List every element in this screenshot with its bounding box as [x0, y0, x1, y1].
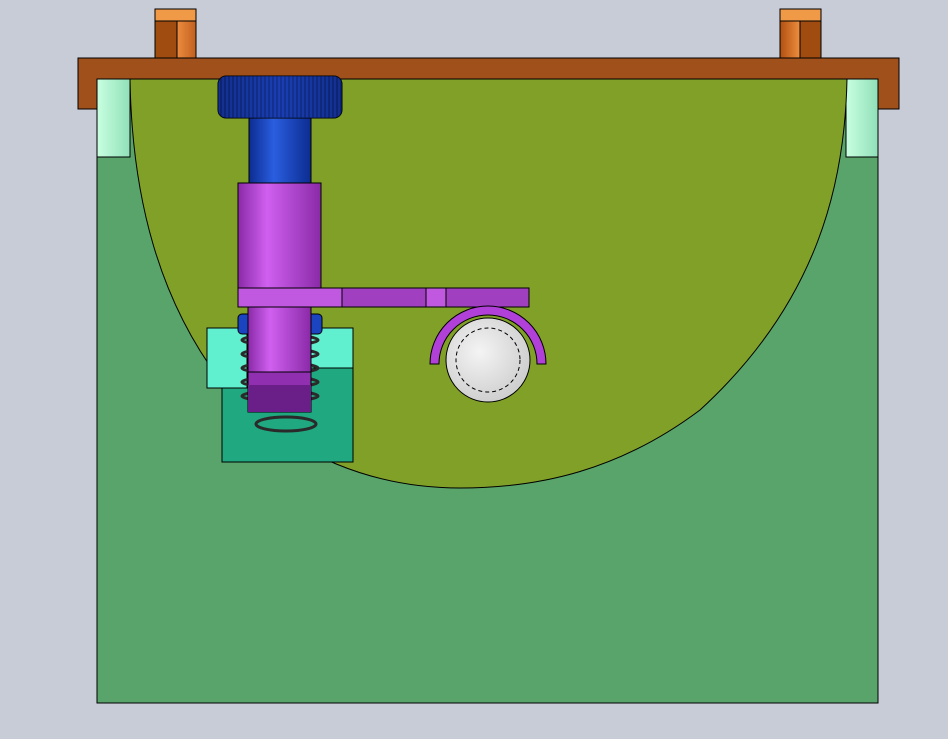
plunger-housing	[237, 182, 322, 289]
cad-viewport[interactable]	[0, 0, 948, 739]
clamp-arm	[237, 287, 530, 308]
fixture-assembly-drawing	[77, 8, 900, 704]
corner-block-left	[96, 78, 131, 158]
corner-block-right	[845, 78, 879, 158]
locating-pin-left	[154, 8, 197, 59]
round-boss	[445, 317, 531, 403]
plunger-shaft	[248, 116, 312, 184]
knurled-knob	[217, 75, 343, 119]
locating-pin-right	[779, 8, 822, 59]
plunger-rod	[247, 305, 312, 373]
